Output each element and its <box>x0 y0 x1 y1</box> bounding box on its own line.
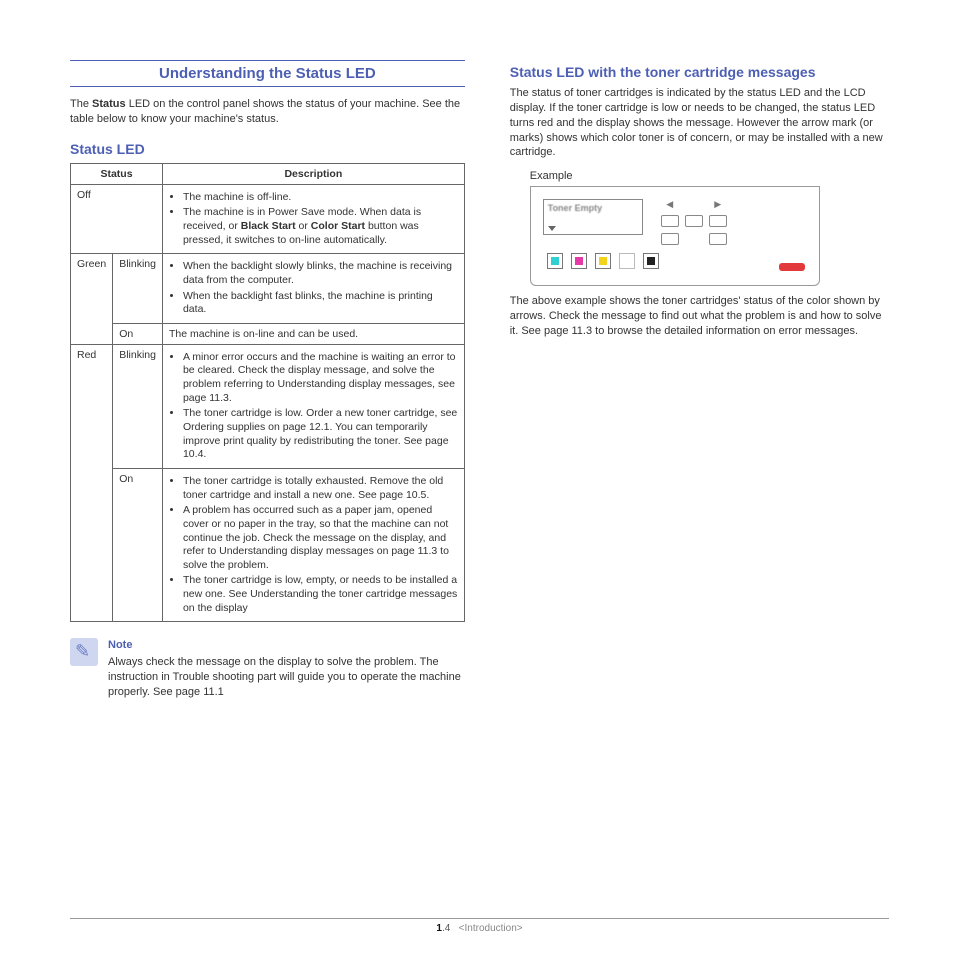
subheading-status-led: Status LED <box>70 141 465 157</box>
table-row: Red Blinking A minor error occurs and th… <box>71 344 465 468</box>
panel-button <box>661 233 679 245</box>
status-red-label: Red <box>71 344 113 622</box>
status-led-red-icon <box>779 263 805 271</box>
toner-magenta-icon <box>571 253 587 269</box>
page-number-minor: .4 <box>442 923 450 934</box>
status-red-blinking-label: Blinking <box>113 344 163 468</box>
status-off-desc: The machine is off-line. The machine is … <box>162 184 464 254</box>
status-green-on-desc: The machine is on-line and can be used. <box>162 323 464 344</box>
toner-black-icon <box>643 253 659 269</box>
right-paragraph-1: The status of toner cartridges is indica… <box>510 86 889 160</box>
status-red-blinking-desc: A minor error occurs and the machine is … <box>162 344 464 468</box>
left-column: Understanding the Status LED The Status … <box>70 60 465 908</box>
note-icon <box>70 638 98 666</box>
note-text: Always check the message on the display … <box>108 655 465 700</box>
button-cluster: ◀ ▶ <box>661 199 727 245</box>
example-figure: Example Toner Empty ◀ ▶ <box>530 170 889 286</box>
status-green-blinking-label: Blinking <box>113 254 163 324</box>
note-title: Note <box>108 638 465 653</box>
arrow-down-icon <box>548 226 556 231</box>
status-red-on-desc: The toner cartridge is totally exhausted… <box>162 468 464 621</box>
right-column: Status LED with the toner cartridge mess… <box>510 60 889 908</box>
status-green-on-label: On <box>113 323 163 344</box>
footer-section: <Introduction> <box>459 923 523 934</box>
status-red-on-label: On <box>113 468 163 621</box>
example-label: Example <box>530 170 889 182</box>
toner-indicator-row <box>547 253 807 269</box>
status-off-label: Off <box>71 184 163 254</box>
panel-button <box>661 215 679 227</box>
status-green-label: Green <box>71 254 113 345</box>
panel-button <box>709 233 727 245</box>
status-table: Status Description Off The machine is of… <box>70 163 465 623</box>
note-block: Note Always check the message on the dis… <box>70 638 465 699</box>
intro-paragraph: The Status LED on the control panel show… <box>70 97 465 127</box>
arrow-right-icon: ▶ <box>709 199 727 209</box>
table-row: On The machine is on-line and can be use… <box>71 323 465 344</box>
status-green-blinking-desc: When the backlight slowly blinks, the ma… <box>162 254 464 324</box>
toner-yellow-icon <box>595 253 611 269</box>
right-paragraph-2: The above example shows the toner cartri… <box>510 294 889 339</box>
th-description: Description <box>162 163 464 184</box>
th-status: Status <box>71 163 163 184</box>
panel-button <box>709 215 727 227</box>
lcd-display: Toner Empty <box>543 199 643 235</box>
section-heading: Understanding the Status LED <box>70 60 465 87</box>
toner-cyan-icon <box>547 253 563 269</box>
table-row: On The toner cartridge is totally exhaus… <box>71 468 465 621</box>
table-header-row: Status Description <box>71 163 465 184</box>
lcd-text: Toner Empty <box>548 203 638 213</box>
table-row: Green Blinking When the backlight slowly… <box>71 254 465 324</box>
toner-empty-slot <box>619 253 635 269</box>
table-row: Off The machine is off-line. The machine… <box>71 184 465 254</box>
page-footer: 1.4 <Introduction> <box>70 918 889 934</box>
subheading-toner-messages: Status LED with the toner cartridge mess… <box>510 64 889 80</box>
arrow-left-icon: ◀ <box>661 199 679 209</box>
panel-button <box>685 215 703 227</box>
device-illustration: Toner Empty ◀ ▶ <box>530 186 820 286</box>
